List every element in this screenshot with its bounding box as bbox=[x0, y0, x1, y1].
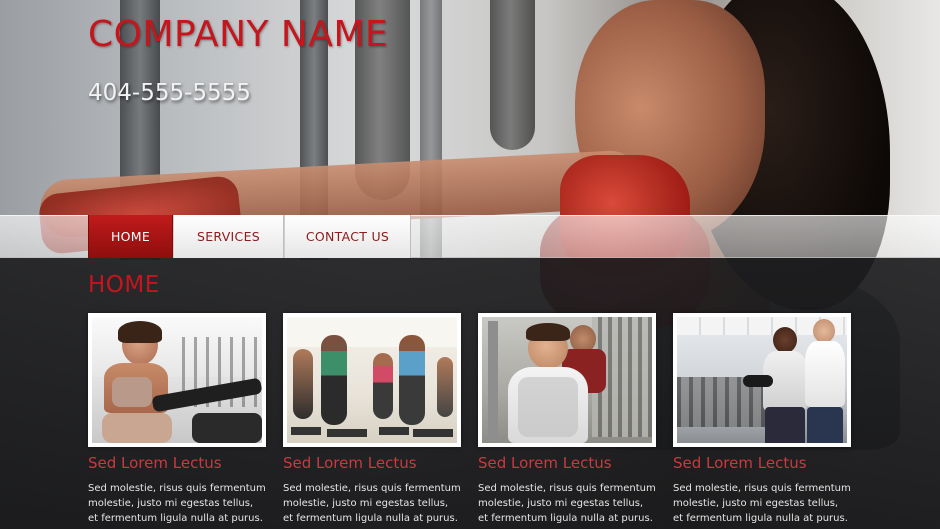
card-text: Sed molestie, risus quis fermentum moles… bbox=[478, 483, 656, 524]
card-title[interactable]: Sed Lorem Lectus bbox=[478, 453, 656, 473]
feature-image-cycling[interactable] bbox=[88, 313, 266, 447]
card-title[interactable]: Sed Lorem Lectus bbox=[283, 453, 461, 473]
feature-image-personal-trainer[interactable] bbox=[673, 313, 851, 447]
phone-number: 404-555-5555 bbox=[88, 80, 251, 106]
page-title: HOME bbox=[88, 272, 160, 298]
company-name: COMPANY NAME bbox=[88, 14, 389, 55]
card-title[interactable]: Sed Lorem Lectus bbox=[88, 453, 266, 473]
feature-image-step-class[interactable] bbox=[283, 313, 461, 447]
feature-card: Sed Lorem Lectus Sed molestie, risus qui… bbox=[88, 313, 266, 526]
nav-item-contact-us[interactable]: CONTACT US bbox=[284, 215, 411, 258]
card-text: Sed molestie, risus quis fermentum moles… bbox=[673, 483, 851, 524]
feature-card: Sed Lorem Lectus Sed molestie, risus qui… bbox=[673, 313, 851, 526]
feature-card: Sed Lorem Lectus Sed molestie, risus qui… bbox=[478, 313, 656, 526]
card-title[interactable]: Sed Lorem Lectus bbox=[673, 453, 851, 473]
nav-item-services[interactable]: SERVICES bbox=[173, 215, 284, 258]
card-text: Sed molestie, risus quis fermentum moles… bbox=[283, 483, 461, 524]
main-nav: HOME SERVICES CONTACT US bbox=[88, 215, 411, 258]
feature-card: Sed Lorem Lectus Sed molestie, risus qui… bbox=[283, 313, 461, 526]
nav-item-home[interactable]: HOME bbox=[88, 215, 173, 258]
card-text: Sed molestie, risus quis fermentum moles… bbox=[88, 483, 266, 524]
feature-image-weight-machine[interactable] bbox=[478, 313, 656, 447]
